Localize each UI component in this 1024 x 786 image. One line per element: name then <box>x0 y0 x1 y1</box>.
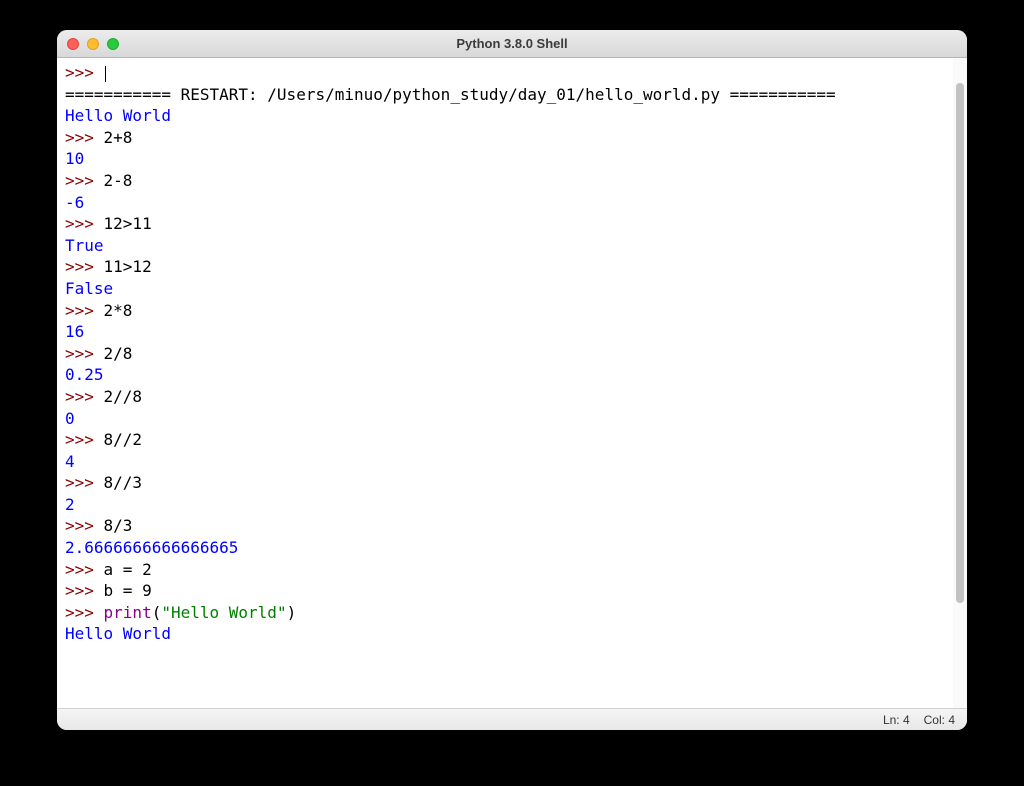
input-line: 2/8 <box>104 344 133 363</box>
content-wrapper: >>> =========== RESTART: /Users/minuo/py… <box>57 58 967 708</box>
titlebar[interactable]: Python 3.8.0 Shell <box>57 30 967 58</box>
traffic-lights <box>67 38 119 50</box>
output-line: False <box>65 279 113 298</box>
statusbar: Ln: 4 Col: 4 <box>57 708 967 730</box>
prompt: >>> <box>65 128 104 147</box>
input-line: 2+8 <box>104 128 133 147</box>
restart-line: =========== RESTART: /Users/minuo/python… <box>65 85 836 104</box>
prompt: >>> <box>65 603 104 622</box>
builtin-name: print <box>104 603 152 622</box>
output-line: 16 <box>65 322 84 341</box>
window-title: Python 3.8.0 Shell <box>456 36 567 51</box>
close-icon[interactable] <box>67 38 79 50</box>
prompt: >>> <box>65 516 104 535</box>
maximize-icon[interactable] <box>107 38 119 50</box>
prompt: >>> <box>65 387 104 406</box>
output-line: Hello World <box>65 624 171 643</box>
prompt: >>> <box>65 473 104 492</box>
prompt: >>> <box>65 560 104 579</box>
output-line: 2 <box>65 495 75 514</box>
output-line: 2.6666666666666665 <box>65 538 238 557</box>
prompt: >>> <box>65 257 104 276</box>
input-line: 2//8 <box>104 387 143 406</box>
paren: ( <box>152 603 162 622</box>
input-line: 8//3 <box>104 473 143 492</box>
prompt: >>> <box>65 63 104 82</box>
minimize-icon[interactable] <box>87 38 99 50</box>
cursor-icon <box>105 66 106 82</box>
paren: ) <box>287 603 297 622</box>
scroll-thumb[interactable] <box>956 83 964 603</box>
input-line: 8//2 <box>104 430 143 449</box>
input-line: 11>12 <box>104 257 152 276</box>
prompt: >>> <box>65 301 104 320</box>
prompt: >>> <box>65 430 104 449</box>
output-line: 0 <box>65 409 75 428</box>
scrollbar[interactable] <box>953 58 967 708</box>
input-line: 2-8 <box>104 171 133 190</box>
prompt: >>> <box>65 581 104 600</box>
output-line: 10 <box>65 149 84 168</box>
input-line: 8/3 <box>104 516 133 535</box>
input-line: a = 2 <box>104 560 152 579</box>
input-line: 2*8 <box>104 301 133 320</box>
input-line: b = 9 <box>104 581 152 600</box>
prompt: >>> <box>65 344 104 363</box>
output-line: -6 <box>65 193 84 212</box>
col-indicator: Col: 4 <box>924 713 955 727</box>
input-line: 12>11 <box>104 214 152 233</box>
line-indicator: Ln: 4 <box>883 713 910 727</box>
shell-window: Python 3.8.0 Shell >>> =========== RESTA… <box>57 30 967 730</box>
prompt: >>> <box>65 214 104 233</box>
output-line: Hello World <box>65 106 171 125</box>
output-line: 4 <box>65 452 75 471</box>
shell-content[interactable]: >>> =========== RESTART: /Users/minuo/py… <box>57 58 953 708</box>
string-literal: "Hello World" <box>161 603 286 622</box>
output-line: True <box>65 236 104 255</box>
prompt: >>> <box>65 171 104 190</box>
output-line: 0.25 <box>65 365 104 384</box>
